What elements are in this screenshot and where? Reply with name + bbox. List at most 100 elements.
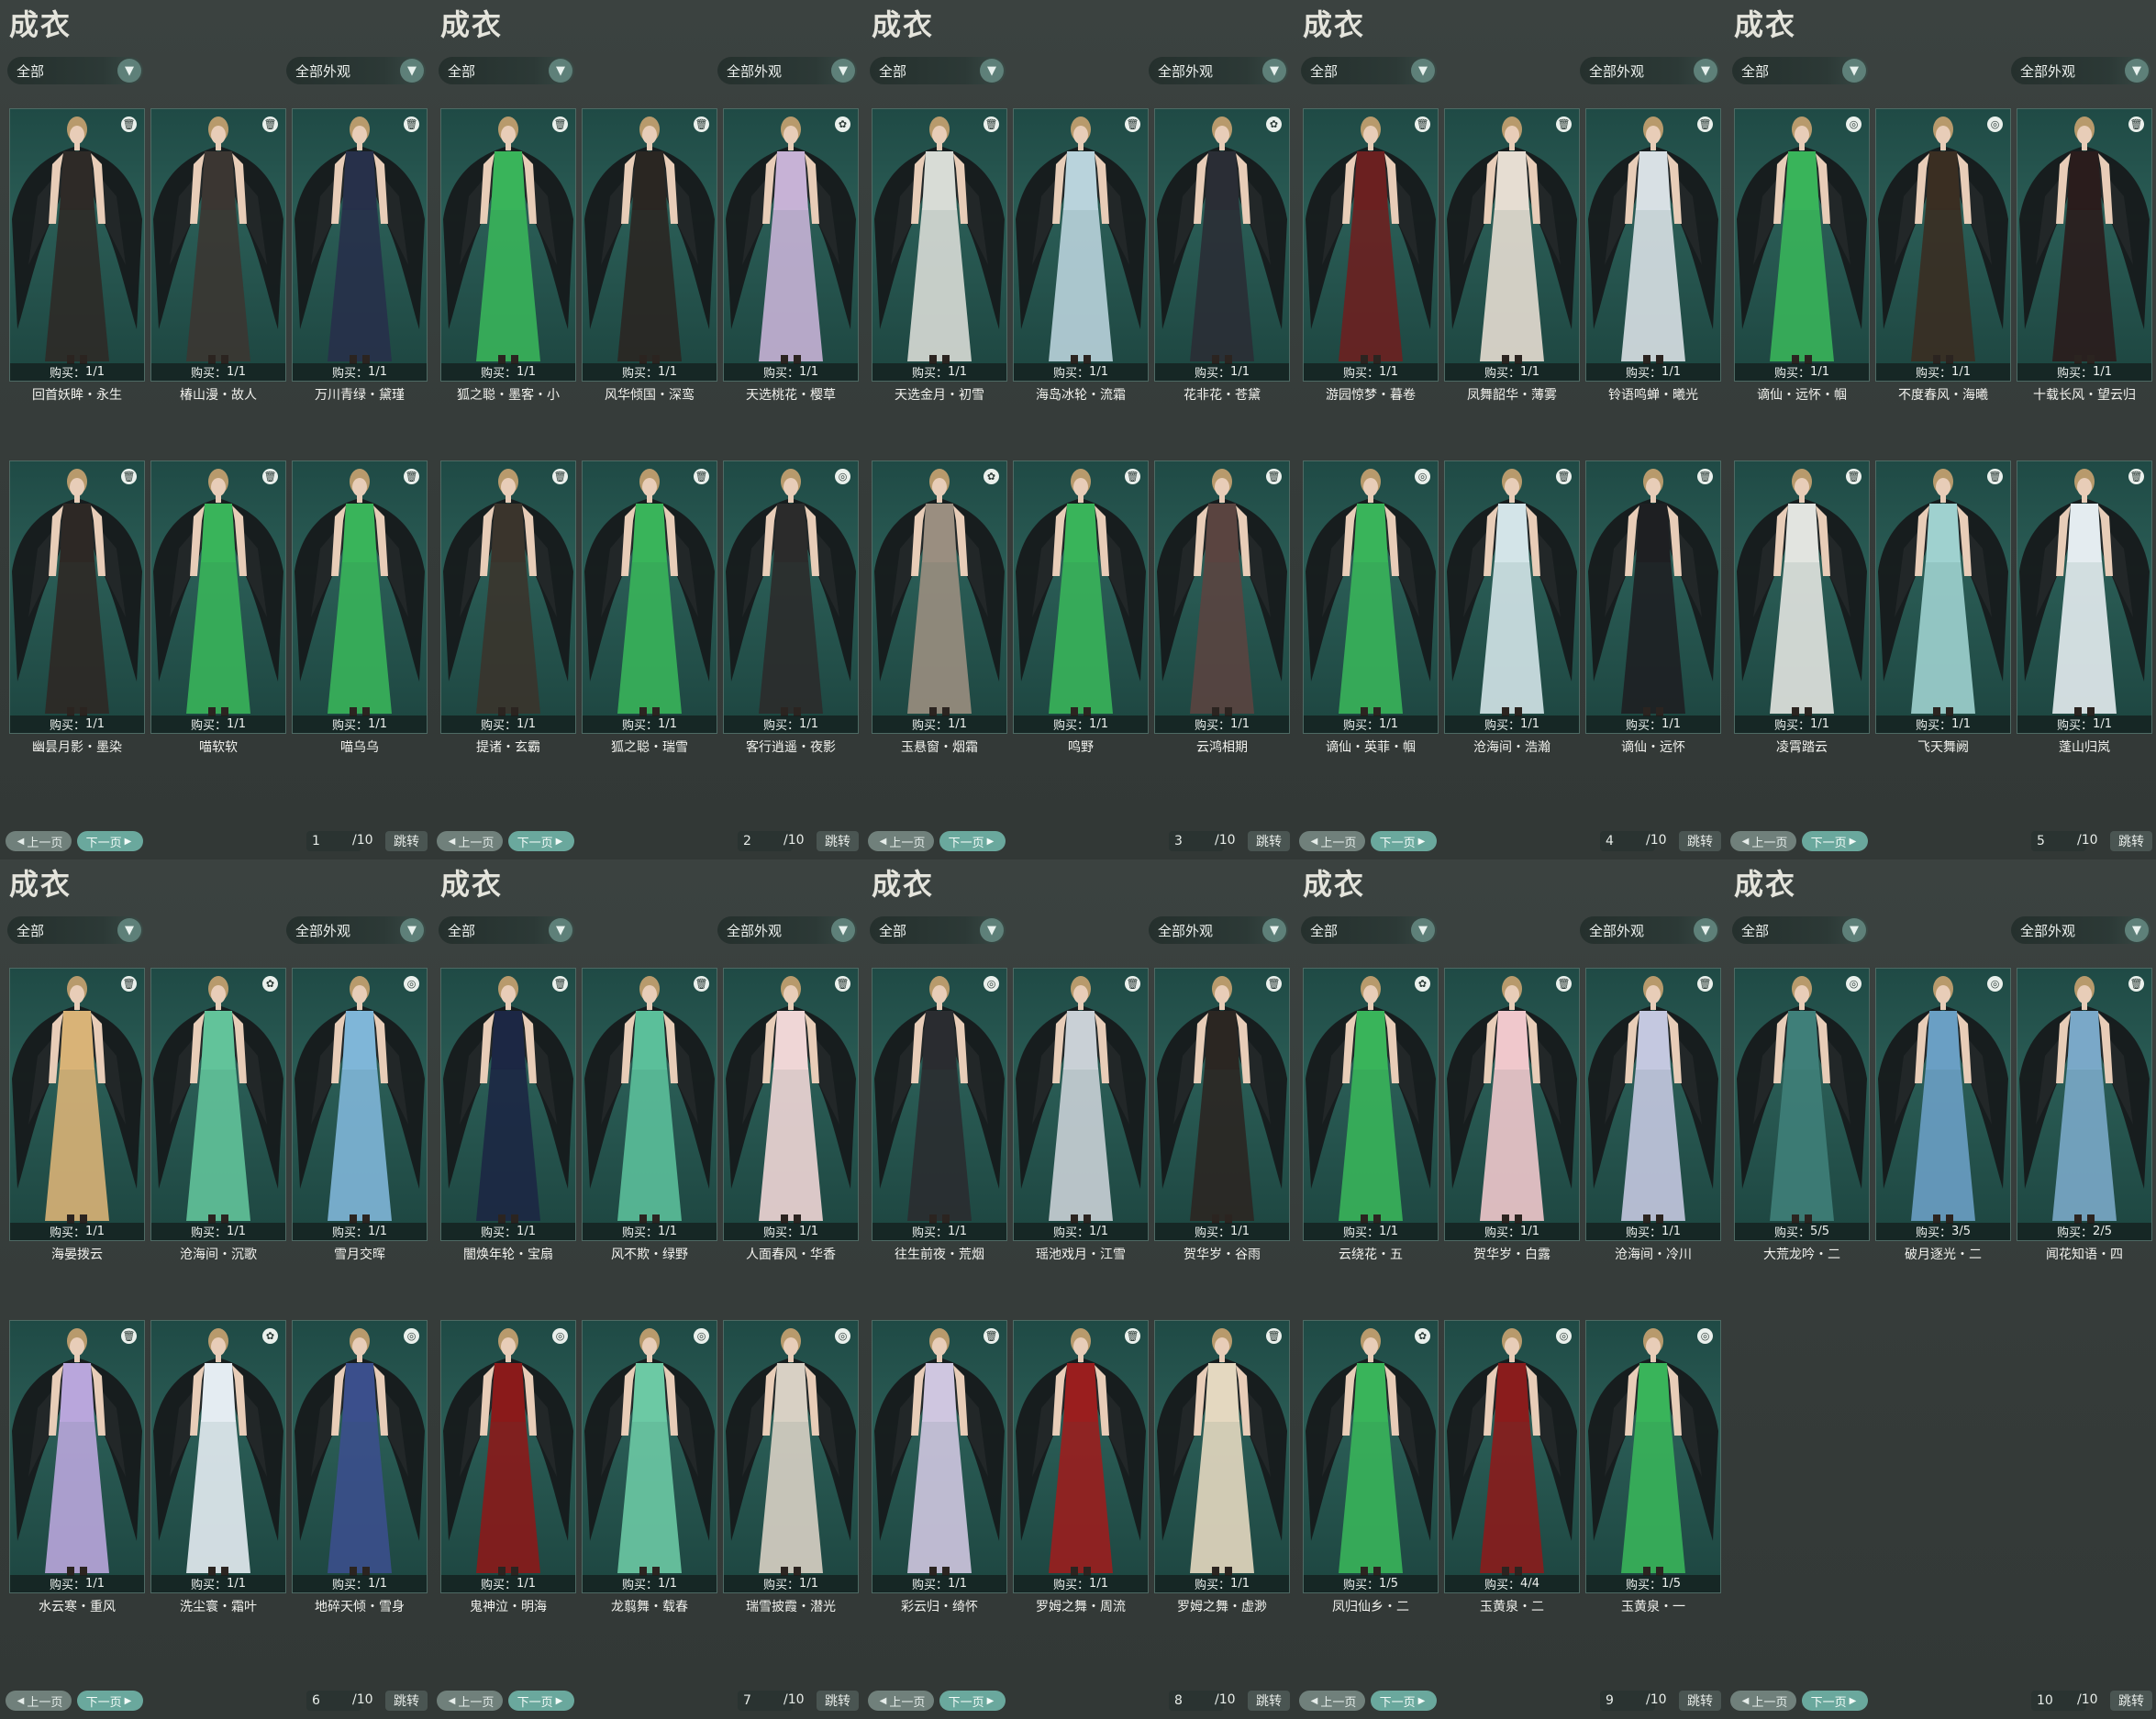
outfit-card[interactable]: ◎ 购买： 1/1 — [292, 968, 428, 1241]
appearance-filter-dropdown[interactable]: 全部外观 ▼ — [2011, 57, 2150, 84]
ring-icon[interactable]: ◎ — [1846, 976, 1861, 992]
next-page-button[interactable]: 下一页 ▶ — [939, 1691, 1006, 1711]
outfit-card[interactable]: ◎ 购买： 4/4 — [1444, 1320, 1580, 1593]
trash-icon[interactable]: 🗑 — [262, 469, 278, 484]
trash-icon[interactable]: 🗑 — [984, 116, 999, 132]
jump-button[interactable]: 跳转 — [2110, 831, 2152, 851]
prev-page-button[interactable]: ◀ 上一页 — [1730, 831, 1796, 851]
outfit-card[interactable]: ◎ 购买： 1/1 — [1734, 108, 1870, 382]
outfit-item[interactable]: ◎ 购买： 3/5 破月逐光・二 — [1875, 968, 2011, 1320]
outfit-item[interactable]: ✿ 购买： 1/1 花非花・苍黛 — [1154, 108, 1290, 460]
outfit-card[interactable]: ◎ 购买： 1/1 — [1875, 108, 2011, 382]
outfit-card[interactable]: 🗑 购买： 1/1 — [582, 108, 717, 382]
outfit-item[interactable]: 🗑 购买： 1/1 沧海间・冷川 — [1585, 968, 1721, 1320]
outfit-card[interactable]: 🗑 购买： 1/1 — [1303, 108, 1439, 382]
next-page-button[interactable]: 下一页 ▶ — [1371, 831, 1437, 851]
appearance-filter-dropdown[interactable]: 全部外观 ▼ — [1149, 916, 1288, 944]
trash-icon[interactable]: 🗑 — [1556, 469, 1572, 484]
outfit-item[interactable]: 🗑 购买： 1/1 罗姆之舞・虚渺 — [1154, 1320, 1290, 1672]
outfit-item[interactable]: ✿ 购买： 1/5 凤归仙乡・二 — [1303, 1320, 1439, 1672]
outfit-card[interactable]: ◎ 购买： 1/1 — [440, 1320, 576, 1593]
jump-button[interactable]: 跳转 — [817, 1691, 859, 1711]
outfit-item[interactable]: 🗑 购买： 1/1 凌霄踏云 — [1734, 460, 1870, 813]
outfit-card[interactable]: 🗑 购买： 1/1 — [1585, 968, 1721, 1241]
outfit-item[interactable]: 🗑 购买： 1/1 罗姆之舞・周流 — [1013, 1320, 1149, 1672]
trash-icon[interactable]: 🗑 — [1266, 1328, 1282, 1344]
category-filter-dropdown[interactable]: 全部 ▼ — [1301, 916, 1437, 944]
outfit-card[interactable]: 🗑 购买： 1/1 — [872, 108, 1007, 382]
ring-icon[interactable]: ◎ — [1987, 976, 2003, 992]
ring-icon[interactable]: ◎ — [1846, 116, 1861, 132]
outfit-card[interactable]: ◎ 购买： 1/5 — [1585, 1320, 1721, 1593]
next-page-button[interactable]: 下一页 ▶ — [77, 831, 143, 851]
next-page-button[interactable]: 下一页 ▶ — [508, 831, 574, 851]
appearance-filter-dropdown[interactable]: 全部外观 ▼ — [717, 57, 857, 84]
prev-page-button[interactable]: ◀ 上一页 — [437, 1691, 503, 1711]
trash-icon[interactable]: 🗑 — [2128, 976, 2144, 992]
jump-button[interactable]: 跳转 — [1248, 1691, 1290, 1711]
outfit-card[interactable]: 🗑 购买： 1/1 — [1585, 460, 1721, 734]
outfit-item[interactable]: 🗑 购买： 1/1 贺华岁・白露 — [1444, 968, 1580, 1320]
butterfly-icon[interactable]: ✿ — [1415, 1328, 1430, 1344]
outfit-card[interactable]: 🗑 购买： 1/1 — [723, 968, 859, 1241]
ring-icon[interactable]: ◎ — [404, 976, 419, 992]
trash-icon[interactable]: 🗑 — [1125, 1328, 1140, 1344]
outfit-item[interactable]: 🗑 购买： 1/1 海岛冰轮・流霜 — [1013, 108, 1149, 460]
outfit-card[interactable]: ◎ 购买： 5/5 — [1734, 968, 1870, 1241]
trash-icon[interactable]: 🗑 — [1697, 469, 1713, 484]
trash-icon[interactable]: 🗑 — [1266, 469, 1282, 484]
outfit-item[interactable]: 🗑 购买： 1/1 回首妖眸・永生 — [9, 108, 145, 460]
outfit-item[interactable]: ◎ 购买： 1/1 谪仙・英菲・帼 — [1303, 460, 1439, 813]
trash-icon[interactable]: 🗑 — [1266, 976, 1282, 992]
outfit-card[interactable]: ◎ 购买： 1/1 — [292, 1320, 428, 1593]
category-filter-dropdown[interactable]: 全部 ▼ — [7, 57, 143, 84]
outfit-card[interactable]: 🗑 购买： 1/1 — [1154, 460, 1290, 734]
outfit-card[interactable]: 🗑 购买： 1/1 — [440, 460, 576, 734]
outfit-item[interactable]: 🗑 购买： 1/1 彩云归・绮怀 — [872, 1320, 1007, 1672]
trash-icon[interactable]: 🗑 — [694, 116, 709, 132]
outfit-item[interactable]: 🗑 购买： 1/1 谪仙・远怀 — [1585, 460, 1721, 813]
outfit-card[interactable]: 🗑 购买： 1/1 — [582, 460, 717, 734]
trash-icon[interactable]: 🗑 — [121, 1328, 137, 1344]
outfit-item[interactable]: 🗑 购买： 1/1 水云寒・重风 — [9, 1320, 145, 1672]
outfit-item[interactable]: ◎ 购买： 1/1 谪仙・远怀・帼 — [1734, 108, 1870, 460]
outfit-item[interactable]: 🗑 购买： 1/1 十载长风・望云归 — [2017, 108, 2152, 460]
outfit-item[interactable]: 🗑 购买： 1/1 狐之聪・墨客・小 — [440, 108, 576, 460]
next-page-button[interactable]: 下一页 ▶ — [77, 1691, 143, 1711]
outfit-card[interactable]: 🗑 购买： 1/1 — [150, 108, 286, 382]
prev-page-button[interactable]: ◀ 上一页 — [6, 831, 72, 851]
outfit-item[interactable]: ◎ 购买： 1/1 客行逍遥・夜影 — [723, 460, 859, 813]
jump-button[interactable]: 跳转 — [1248, 831, 1290, 851]
outfit-item[interactable]: ✿ 购买： 1/1 天选桃花・樱草 — [723, 108, 859, 460]
jump-button[interactable]: 跳转 — [2110, 1691, 2152, 1711]
category-filter-dropdown[interactable]: 全部 ▼ — [1732, 57, 1868, 84]
outfit-item[interactable]: 🗑 购买： 1/1 天选金月・初雪 — [872, 108, 1007, 460]
outfit-card[interactable]: 🗑 购买： 1/1 — [1444, 968, 1580, 1241]
appearance-filter-dropdown[interactable]: 全部外观 ▼ — [286, 916, 426, 944]
trash-icon[interactable]: 🗑 — [262, 116, 278, 132]
outfit-card[interactable]: ◎ 购买： 1/1 — [723, 460, 859, 734]
appearance-filter-dropdown[interactable]: 全部外观 ▼ — [1580, 57, 1719, 84]
jump-button[interactable]: 跳转 — [1679, 1691, 1721, 1711]
outfit-card[interactable]: 🗑 购买： 1/1 — [1444, 108, 1580, 382]
outfit-card[interactable]: 🗑 购买： 1/1 — [1154, 968, 1290, 1241]
appearance-filter-dropdown[interactable]: 全部外观 ▼ — [2011, 916, 2150, 944]
outfit-item[interactable]: ◎ 购买： 1/1 龙翦舞・载春 — [582, 1320, 717, 1672]
trash-icon[interactable]: 🗑 — [1556, 976, 1572, 992]
outfit-item[interactable]: 🗑 购买： 1/1 瑶池戏月・江雪 — [1013, 968, 1149, 1320]
prev-page-button[interactable]: ◀ 上一页 — [437, 831, 503, 851]
outfit-item[interactable]: ◎ 购买： 1/1 瑞雪披霞・潜光 — [723, 1320, 859, 1672]
jump-button[interactable]: 跳转 — [385, 831, 428, 851]
outfit-card[interactable]: 🗑 购买： 1/1 — [1585, 108, 1721, 382]
outfit-item[interactable]: 🗑 购买： 2/5 闻花知语・四 — [2017, 968, 2152, 1320]
prev-page-button[interactable]: ◀ 上一页 — [868, 1691, 934, 1711]
outfit-card[interactable]: 🗑 购买： 1/1 — [292, 460, 428, 734]
outfit-item[interactable]: ✿ 购买： 1/1 洗尘寰・霜叶 — [150, 1320, 286, 1672]
category-filter-dropdown[interactable]: 全部 ▼ — [870, 57, 1006, 84]
trash-icon[interactable]: 🗑 — [2128, 469, 2144, 484]
prev-page-button[interactable]: ◀ 上一页 — [1730, 1691, 1796, 1711]
outfit-card[interactable]: ✿ 购买： 1/1 — [1303, 968, 1439, 1241]
trash-icon[interactable]: 🗑 — [1846, 469, 1861, 484]
trash-icon[interactable]: 🗑 — [552, 469, 568, 484]
ring-icon[interactable]: ◎ — [984, 976, 999, 992]
